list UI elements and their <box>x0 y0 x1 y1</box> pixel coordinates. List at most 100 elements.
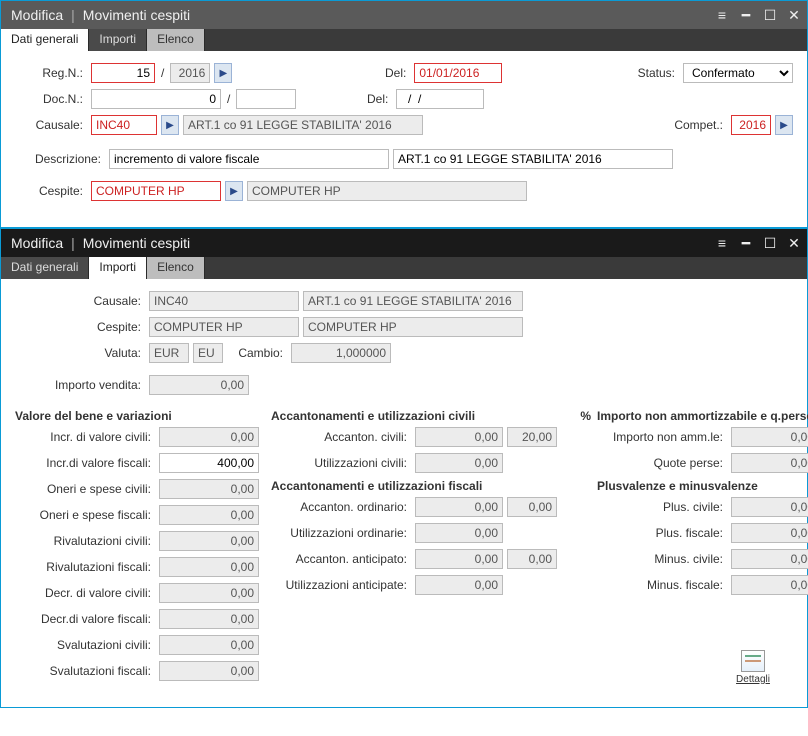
label-rival-fiscali: Rivalutazioni fiscali: <box>15 560 155 574</box>
sval-civili-input <box>159 635 259 655</box>
section-accantonamenti-fiscali: Accantonamenti e utilizzazioni fiscali <box>271 479 591 493</box>
util-ant-input <box>415 575 503 595</box>
window-movimenti-cespiti-datigenerali: Modifica | Movimenti cespiti ≡ ━ ☐ ✕ Dat… <box>0 0 808 228</box>
titlebar[interactable]: Modifica | Movimenti cespiti ≡ ━ ☐ ✕ <box>1 1 807 29</box>
accanton-civili-pct <box>507 427 557 447</box>
compet-input[interactable] <box>731 115 771 135</box>
window-movimenti-cespiti-importi: Modifica | Movimenti cespiti ≡ ━ ☐ ✕ Dat… <box>0 228 808 708</box>
maximize-button[interactable]: ☐ <box>763 235 777 252</box>
menu-icon[interactable]: ≡ <box>715 7 729 23</box>
compet-lookup-button[interactable]: ▶ <box>775 115 793 135</box>
causale-desc <box>303 291 523 311</box>
minimize-button[interactable]: ━ <box>739 7 753 24</box>
tabstrip: Dati generali Importi Elenco <box>1 29 807 51</box>
titlebar[interactable]: Modifica | Movimenti cespiti ≡ ━ ☐ ✕ <box>1 229 807 257</box>
importo-vendita-input <box>149 375 249 395</box>
decr-civili-input <box>159 583 259 603</box>
close-button[interactable]: ✕ <box>787 7 801 24</box>
del2-input[interactable] <box>396 89 484 109</box>
accanton-civili-input <box>415 427 503 447</box>
title-caption: Movimenti cespiti <box>83 7 190 23</box>
del1-input[interactable] <box>414 63 502 83</box>
label-util-ant: Utilizzazioni anticipate: <box>271 578 411 592</box>
label-causale: Causale: <box>15 118 87 132</box>
cespite-desc <box>247 181 527 201</box>
label-del2: Del: <box>362 92 392 106</box>
regn-input[interactable] <box>91 63 155 83</box>
label-imp-non-amm: Importo non amm.le: <box>597 430 727 444</box>
label-causale: Causale: <box>15 294 145 308</box>
minus-civile-input <box>731 549 808 569</box>
tab-elenco[interactable]: Elenco <box>147 257 205 279</box>
causale-lookup-button[interactable]: ▶ <box>161 115 179 135</box>
close-button[interactable]: ✕ <box>787 235 801 252</box>
cespite-code <box>149 317 299 337</box>
label-del1: Del: <box>380 66 410 80</box>
label-descrizione: Descrizione: <box>15 152 105 166</box>
label-sval-civili: Svalutazioni civili: <box>15 638 155 652</box>
tab-importi[interactable]: Importi <box>89 29 147 51</box>
menu-icon[interactable]: ≡ <box>715 235 729 251</box>
plus-civile-input <box>731 497 808 517</box>
maximize-button[interactable]: ☐ <box>763 7 777 24</box>
oneri-civili-input <box>159 479 259 499</box>
title-caption: Movimenti cespiti <box>83 235 190 251</box>
label-percent: % <box>481 409 591 423</box>
util-ord-input <box>415 523 503 543</box>
accanton-ord-input <box>415 497 503 517</box>
cespite-lookup-button[interactable]: ▶ <box>225 181 243 201</box>
section-plus-minus: Plusvalenze e minusvalenze <box>597 479 808 493</box>
status-select[interactable]: Confermato <box>683 63 793 83</box>
label-decr-civili: Decr. di valore civili: <box>15 586 155 600</box>
tab-dati-generali[interactable]: Dati generali <box>1 257 89 279</box>
panel-importi: Causale: Cespite: Valuta: Cambio: Import… <box>1 279 807 707</box>
docn-suffix-input[interactable] <box>236 89 296 109</box>
accanton-ant-input <box>415 549 503 569</box>
descrizione-ext-input[interactable] <box>393 149 673 169</box>
section-valore-bene: Valore del bene e variazioni <box>15 409 265 423</box>
panel-dati-generali: Reg.N.: / ▶ Del: Status: Confermato Doc.… <box>1 51 807 227</box>
label-compet: Compet.: <box>674 118 727 132</box>
label-oneri-fiscali: Oneri e spese fiscali: <box>15 508 155 522</box>
label-cespite: Cespite: <box>15 184 87 198</box>
label-importo-vendita: Importo vendita: <box>15 378 145 392</box>
label-oneri-civili: Oneri e spese civili: <box>15 482 155 496</box>
title-mode: Modifica <box>11 7 63 23</box>
label-incr-valore-civili: Incr. di valore civili: <box>15 430 155 444</box>
regn-lookup-button[interactable]: ▶ <box>214 63 232 83</box>
label-minus-civile: Minus. civile: <box>597 552 727 566</box>
rival-fiscali-input <box>159 557 259 577</box>
label-decr-fiscali: Decr.di valore fiscali: <box>15 612 155 626</box>
tab-dati-generali[interactable]: Dati generali <box>1 29 89 51</box>
cespite-code-input[interactable] <box>91 181 221 201</box>
label-accanton-ord: Accanton. ordinario: <box>271 500 411 514</box>
sval-fiscali-input <box>159 661 259 681</box>
causale-code-input[interactable] <box>91 115 157 135</box>
title-separator: | <box>71 7 75 23</box>
valuta-code <box>149 343 189 363</box>
label-cambio: Cambio: <box>227 346 287 360</box>
label-status: Status: <box>638 66 679 80</box>
docn-input[interactable] <box>91 89 221 109</box>
label-plus-civile: Plus. civile: <box>597 500 727 514</box>
label-cespite: Cespite: <box>15 320 145 334</box>
regn-year <box>170 63 210 83</box>
tab-elenco[interactable]: Elenco <box>147 29 205 51</box>
grid-icon <box>741 650 765 672</box>
tabstrip: Dati generali Importi Elenco <box>1 257 807 279</box>
descrizione-input[interactable] <box>109 149 389 169</box>
minimize-button[interactable]: ━ <box>739 235 753 252</box>
dettagli-button[interactable]: Dettagli <box>729 647 777 687</box>
cespite-desc <box>303 317 523 337</box>
tab-importi[interactable]: Importi <box>89 257 147 279</box>
label-valuta: Valuta: <box>15 346 145 360</box>
label-util-civili: Utilizzazioni civili: <box>271 456 411 470</box>
incr-valore-fiscali-input[interactable] <box>159 453 259 473</box>
plus-fiscale-input <box>731 523 808 543</box>
label-docn: Doc.N.: <box>15 92 87 106</box>
incr-valore-civili-input <box>159 427 259 447</box>
label-quote-perse: Quote perse: <box>597 456 727 470</box>
label-util-ord: Utilizzazioni ordinarie: <box>271 526 411 540</box>
label-minus-fiscale: Minus. fiscale: <box>597 578 727 592</box>
label-rival-civili: Rivalutazioni civili: <box>15 534 155 548</box>
